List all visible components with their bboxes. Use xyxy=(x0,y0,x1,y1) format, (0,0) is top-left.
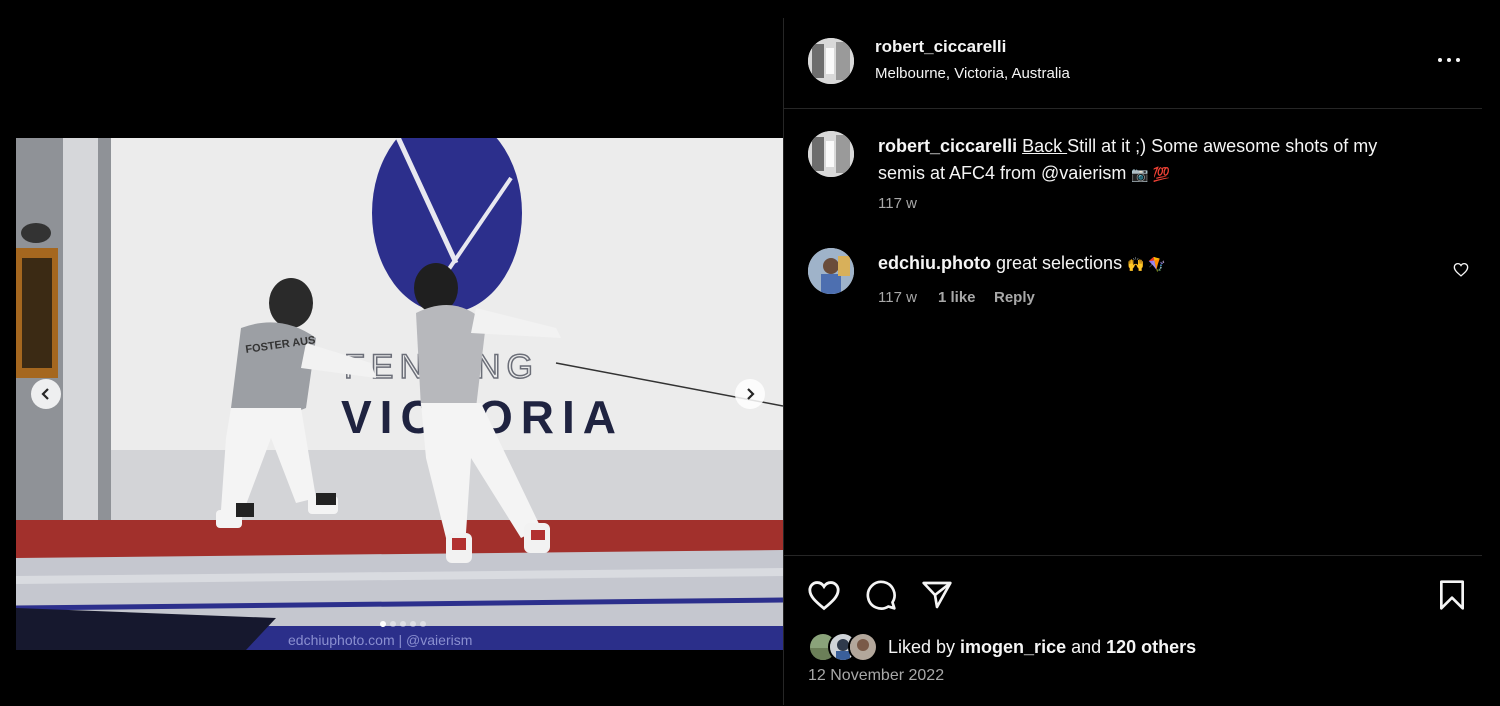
carousel-indicator xyxy=(380,621,426,627)
author-username[interactable]: robert_ciccarelli xyxy=(875,37,1006,57)
bookmark-icon[interactable] xyxy=(1438,579,1466,611)
comment-icon[interactable] xyxy=(865,579,897,611)
post-side-panel: robert_ciccarelli Melbourne, Victoria, A… xyxy=(783,18,1482,705)
carousel-dot xyxy=(420,621,426,627)
likes-others-link[interactable]: 120 others xyxy=(1106,637,1196,657)
author-avatar[interactable] xyxy=(808,38,854,84)
post-actions: Liked by imogen_rice and 120 others 12 N… xyxy=(784,555,1482,706)
comment-text: edchiu.photo great selections 🙌 🪁 xyxy=(878,250,1166,278)
comment-body: great selections xyxy=(996,253,1123,273)
paper-plane-icon[interactable] xyxy=(921,579,953,611)
post-image[interactable]: FENCING VICTORIA FOSTER AUS xyxy=(16,138,783,650)
carousel-next-button[interactable] xyxy=(735,379,765,409)
chevron-right-icon xyxy=(747,388,755,400)
comment-likes-label[interactable]: 1 like xyxy=(938,289,976,306)
likes-prefix: Liked by xyxy=(888,636,961,657)
liker-username[interactable]: imogen_rice xyxy=(960,637,1066,657)
comment-heart-icon[interactable] xyxy=(1453,262,1469,277)
caption-link[interactable]: Back xyxy=(1022,136,1067,156)
caption-line1: Still at it ;) Some awesome shots of my xyxy=(1067,136,1378,156)
comment-likes[interactable]: 1 like xyxy=(938,289,976,306)
post-date[interactable]: 12 November 2022 xyxy=(808,667,944,685)
carousel-prev-button[interactable] xyxy=(31,379,61,409)
heart-icon[interactable] xyxy=(807,579,841,611)
liker-avatar[interactable] xyxy=(848,632,878,662)
likes-middle: and xyxy=(1066,636,1107,657)
caption-line2: semis at AFC4 from @vaierism xyxy=(878,163,1127,183)
caption-username[interactable]: robert_ciccarelli xyxy=(878,136,1017,156)
chevron-left-icon xyxy=(41,388,49,400)
post-location[interactable]: Melbourne, Victoria, Australia xyxy=(875,65,1070,82)
carousel-dot xyxy=(410,621,416,627)
caption-avatar[interactable] xyxy=(808,131,854,177)
caption-time[interactable]: 117 w xyxy=(878,195,917,212)
post-header: robert_ciccarelli Melbourne, Victoria, A… xyxy=(784,18,1482,109)
carousel-dot xyxy=(400,621,406,627)
carousel-dot xyxy=(390,621,396,627)
comment-emojis: 🙌 🪁 xyxy=(1127,256,1166,272)
comment-username[interactable]: edchiu.photo xyxy=(878,253,991,273)
likes-text: Liked by imogen_rice and 120 others xyxy=(888,637,1196,658)
comment-avatar[interactable] xyxy=(808,248,854,294)
more-horizontal-icon[interactable] xyxy=(1436,53,1462,67)
carousel-dot xyxy=(380,621,386,627)
comment-time[interactable]: 117 w xyxy=(878,289,917,306)
likes-summary: Liked by imogen_rice and 120 others xyxy=(808,632,1196,662)
caption-text: robert_ciccarelli Back Still at it ;) So… xyxy=(878,133,1438,188)
reply-button[interactable]: Reply xyxy=(994,289,1035,306)
caption-emojis: 📷 💯 xyxy=(1131,166,1171,182)
photo-watermark: edchiuphoto.com | @vaierism xyxy=(288,632,472,648)
